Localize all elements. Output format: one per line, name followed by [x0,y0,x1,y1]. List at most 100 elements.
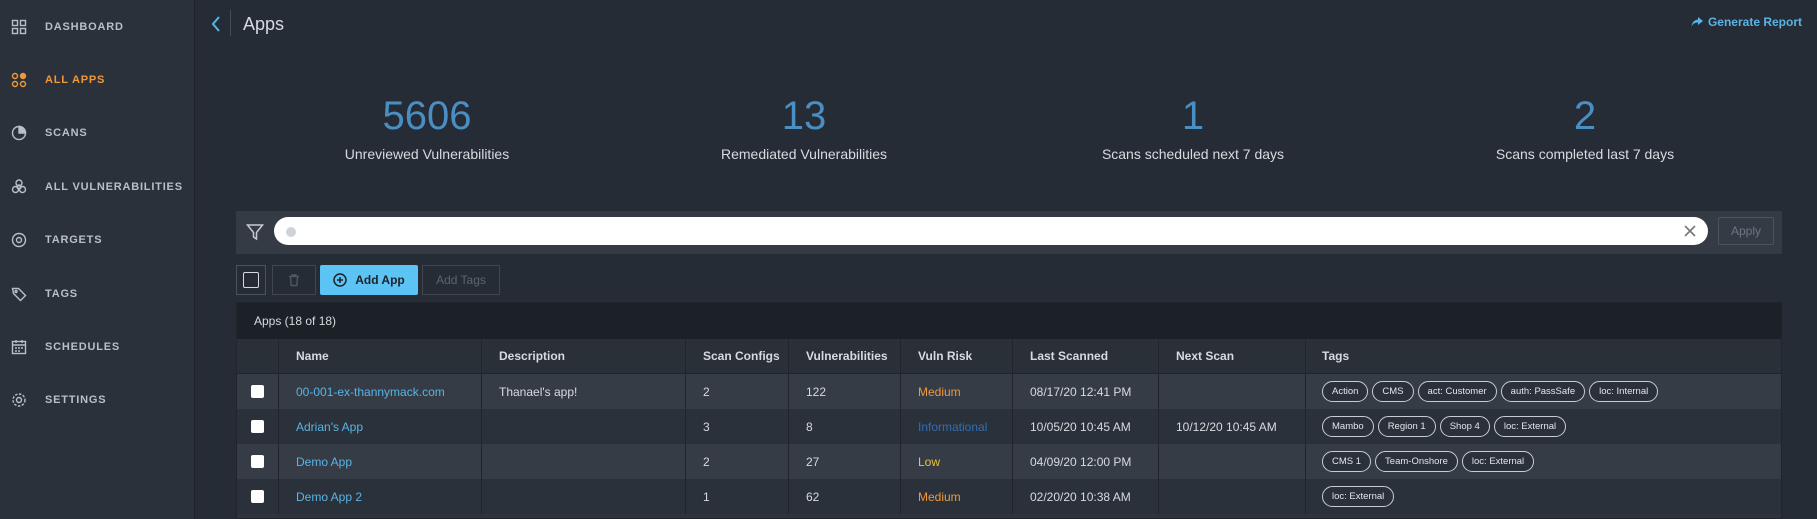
checkbox-box [243,272,259,288]
scan-configs-cell: 2 [686,444,789,479]
app-name-link[interactable]: Adrian's App [296,420,363,434]
stat-remediated-vulnerabilities: 13 Remediated Vulnerabilities [654,88,954,162]
sidebar-item-all-vulnerabilities[interactable]: ALL VULNERABILITIES [0,160,194,213]
row-checkbox[interactable] [251,490,264,503]
column-header-last-scanned[interactable]: Last Scanned [1013,339,1159,373]
column-header-description[interactable]: Description [482,339,686,373]
sidebar-item-label: DASHBOARD [45,20,124,33]
header-divider [230,10,231,36]
row-checkbox[interactable] [251,455,264,468]
back-button[interactable] [207,12,225,36]
sidebar-item-label: SETTINGS [45,394,107,407]
sidebar-item-dashboard[interactable]: DASHBOARD [0,0,194,53]
sidebar-item-label: TAGS [45,287,78,300]
table-body: 00-001-ex-thannymack.com Thanael's app! 2 1… [237,374,1781,514]
dashboard-icon [11,19,27,35]
next-scan-cell [1159,374,1306,409]
description-cell [482,479,686,514]
add-app-label: Add App [355,273,405,287]
tag-chip[interactable]: CMS 1 [1322,451,1372,472]
stat-value: 5606 [382,94,472,138]
select-all-checkbox[interactable] [236,265,266,295]
tags-cell: loc: External [1306,479,1781,514]
apply-button[interactable]: Apply [1718,217,1774,245]
tag-chip[interactable]: Team-Onshore [1375,451,1458,472]
column-header-next-scan[interactable]: Next Scan [1159,339,1306,373]
vuln-risk-value: Medium [918,384,961,399]
add-tags-button[interactable]: Add Tags [422,265,500,295]
filter-input[interactable] [274,217,1708,245]
tag-chip[interactable]: act: Customer [1417,381,1497,402]
filter-icon[interactable] [245,223,265,241]
vuln-risk-value: Low [918,454,941,469]
column-header-vulnerabilities[interactable]: Vulnerabilities [789,339,901,373]
vuln-risk-cell: Medium [901,479,1013,514]
generate-report-button[interactable]: Generate Report [1691,15,1802,29]
stat-value: 1 [1181,94,1205,138]
sidebar-item-settings[interactable]: SETTINGS [0,374,194,427]
vulnerabilities-cell: 122 [789,374,901,409]
scans-icon [11,125,27,141]
table-header-row: Name Description Scan Configs Vulnerabil… [237,339,1781,374]
stat-label: Unreviewed Vulnerabilities [344,146,510,162]
share-arrow-icon [1691,17,1703,27]
tag-chip[interactable]: loc: External [1493,416,1567,437]
row-checkbox[interactable] [251,420,264,433]
tag-chip[interactable]: Region 1 [1377,416,1436,437]
app-name-link[interactable]: Demo App 2 [296,490,362,504]
column-header-tags[interactable]: Tags [1306,339,1781,373]
next-scan-cell [1159,444,1306,479]
header: Apps Generate Report [195,0,1817,48]
row-checkbox[interactable] [251,385,264,398]
next-scan-cell [1159,479,1306,514]
table-row[interactable]: Adrian's App 3 8 Informational 10/05/20 10:4… [237,409,1781,444]
table-row[interactable]: Demo App 2 1 62 Medium 02/20/20 10:38 AM loc:… [237,479,1781,514]
stat-scans-scheduled: 1 Scans scheduled next 7 days [1043,88,1343,162]
tag-chip[interactable]: auth: PassSafe [1500,381,1586,402]
row-checkbox-cell [237,409,279,444]
description-cell [482,444,686,479]
vulnerabilities-cell: 27 [789,444,901,479]
sidebar-item-targets[interactable]: TARGETS [0,214,194,267]
sidebar-item-label: ALL VULNERABILITIES [45,180,183,193]
next-scan-cell: 10/12/20 10:45 AM [1159,409,1306,444]
vuln-risk-cell: Informational [901,409,1013,444]
plus-circle-icon [333,273,347,287]
app-name-link[interactable]: 00-001-ex-thannymack.com [296,385,445,399]
delete-button[interactable] [272,265,316,295]
stat-scans-completed: 2 Scans completed last 7 days [1435,88,1735,162]
sidebar-item-all-apps[interactable]: ALL APPS [0,53,194,106]
close-icon [1684,225,1696,237]
name-cell: 00-001-ex-thannymack.com [279,374,482,409]
sidebar-item-tags[interactable]: TAGS [0,267,194,320]
name-cell: Demo App 2 [279,479,482,514]
tag-chip[interactable]: Mambo [1322,416,1374,437]
app-name-link[interactable]: Demo App [296,455,352,469]
sidebar-item-schedules[interactable]: SCHEDULES [0,320,194,373]
sidebar: DASHBOARD ALL APPS SCANS ALL VULNERABILI… [0,0,195,519]
table-row[interactable]: Demo App 2 27 Low 04/09/20 12:00 PM CMS 1 Team… [237,444,1781,479]
add-app-button[interactable]: Add App [320,265,418,295]
sidebar-item-label: SCANS [45,127,88,140]
tag-chip[interactable]: Shop 4 [1439,416,1490,437]
generate-report-label: Generate Report [1707,15,1802,29]
target-icon [11,232,27,248]
row-checkbox-cell [237,374,279,409]
tag-chip[interactable]: loc: Internal [1589,381,1659,402]
tag-chip[interactable]: Action [1322,381,1369,402]
column-header-name[interactable]: Name [279,339,482,373]
tag-chip[interactable]: loc: External [1322,486,1395,507]
column-header-vuln-risk[interactable]: Vuln Risk [901,339,1013,373]
clear-filter-button[interactable] [1682,223,1698,239]
row-checkbox-cell [237,444,279,479]
last-scanned-cell: 04/09/20 12:00 PM [1013,444,1159,479]
sidebar-item-scans[interactable]: SCANS [0,107,194,160]
sidebar-item-label: ALL APPS [45,74,106,87]
tag-chip[interactable]: CMS [1372,381,1414,402]
vuln-risk-cell: Medium [901,374,1013,409]
column-header-scan-configs[interactable]: Scan Configs [686,339,789,373]
scan-configs-cell: 2 [686,374,789,409]
table-row[interactable]: 00-001-ex-thannymack.com Thanael's app! 2 1… [237,374,1781,409]
tag-chip[interactable]: loc: External [1461,451,1535,472]
tags-cell: Action CMS act: Customer auth: PassSafe loc:… [1306,374,1781,409]
